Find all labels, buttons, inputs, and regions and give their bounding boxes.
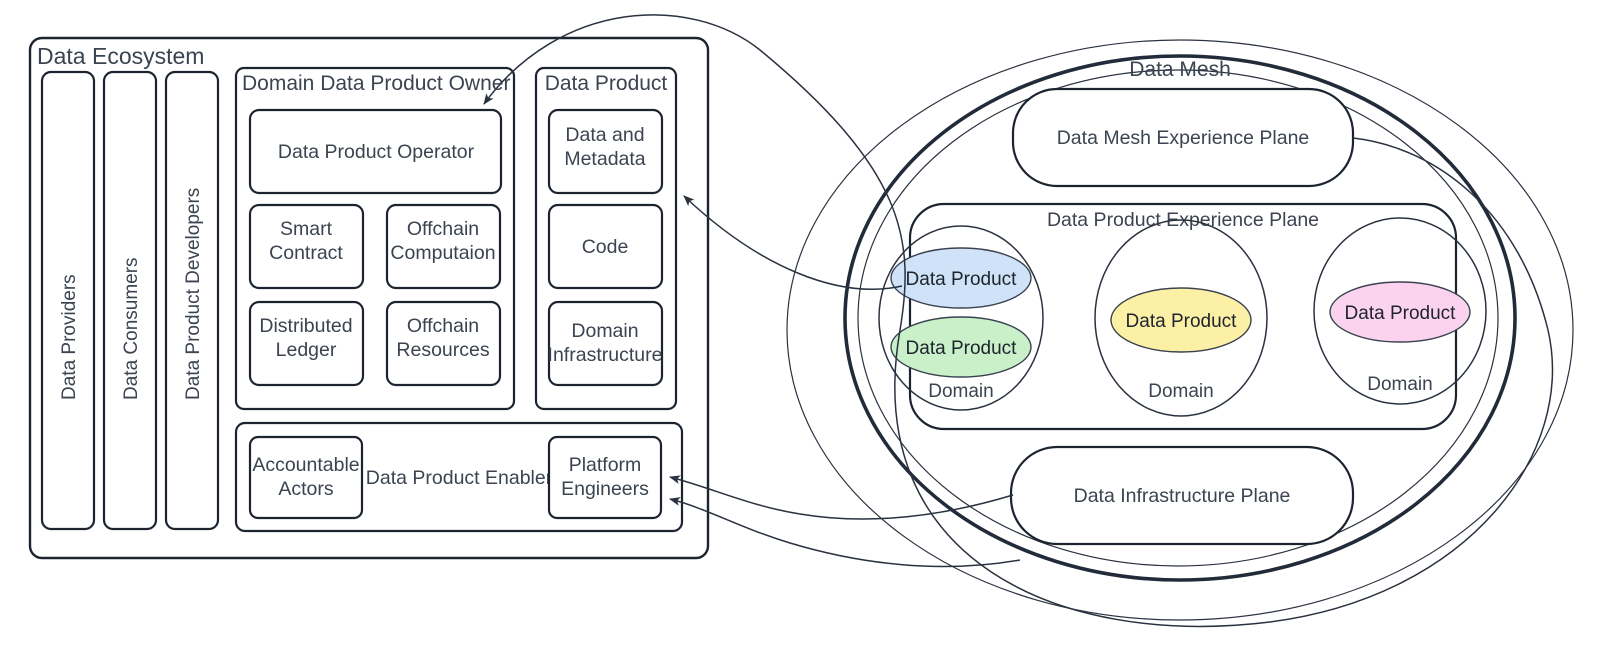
data-ecosystem-label: Data Ecosystem (37, 43, 204, 69)
connector-data-product-to-group (683, 195, 903, 290)
domain-3-label: Domain (1367, 374, 1432, 395)
smart-contract-label-line-2: Contract (269, 242, 343, 264)
data-and-metadata-label-line-2: Metadata (564, 148, 645, 170)
offchain-resources-label-line-2: Resources (396, 339, 489, 361)
connector-infra-to-platform-engineers-a (669, 475, 1014, 520)
accountable-actors-label-line-1: Accountable (252, 454, 359, 476)
offchain-computation-label-line-1: Offchain (407, 218, 479, 240)
diagram-svg: Data Mesh Data Mesh Experience Plane Dat… (28, 14, 1574, 628)
domain-data-product-owner-label: Domain Data Product Owner (242, 72, 510, 95)
offchain-resources-label-line-1: Offchain (407, 315, 479, 337)
data-product-group-label: Data Product (545, 72, 668, 95)
accountable-actors-label-line-2: Actors (278, 478, 334, 500)
distributed-ledger-label-line-1: Distributed (259, 315, 352, 337)
data-and-metadata-label-line-1: Data and (565, 124, 644, 146)
distributed-ledger-label-line-2: Ledger (276, 339, 337, 361)
domain-1-product-1-label: Data Product (906, 269, 1018, 290)
data-infrastructure-plane-label: Data Infrastructure Plane (1074, 485, 1291, 507)
domain-infrastructure-label-line-2: Infrastructure (548, 344, 663, 366)
connector-infra-to-platform-engineers-b (669, 497, 1021, 568)
data-ecosystem-group: Data Ecosystem Data Providers Data Consu… (28, 36, 710, 560)
lane-data-providers-label: Data Providers (59, 274, 80, 400)
domain-3-product-1-label: Data Product (1345, 303, 1457, 324)
platform-engineers-label-line-2: Engineers (561, 478, 649, 500)
data-mesh-experience-plane-label: Data Mesh Experience Plane (1057, 127, 1310, 149)
data-product-operator-label: Data Product Operator (278, 141, 475, 163)
diagram-canvas: Data Mesh Data Mesh Experience Plane Dat… (0, 0, 1600, 650)
domain-2-label: Domain (1148, 381, 1213, 402)
lane-data-consumers-label: Data Consumers (121, 257, 142, 400)
offchain-computation-label-line-2: Computaion (390, 242, 495, 264)
domain-2-product-1-label: Data Product (1126, 311, 1238, 332)
data-mesh-label: Data Mesh (1129, 58, 1231, 81)
lane-data-product-developers-label: Data Product Developers (183, 188, 204, 400)
data-mesh-group: Data Mesh Data Mesh Experience Plane Dat… (786, 39, 1574, 621)
smart-contract-label-line-1: Smart (280, 218, 333, 240)
domain-infrastructure-label-line-1: Domain (571, 320, 638, 342)
data-product-enabler-label: Data Product Enabler (366, 467, 553, 489)
domain-1-label: Domain (928, 381, 993, 402)
domain-1-product-2-label: Data Product (906, 338, 1018, 359)
platform-engineers-label-line-1: Platform (569, 454, 642, 476)
code-label: Code (582, 236, 629, 258)
